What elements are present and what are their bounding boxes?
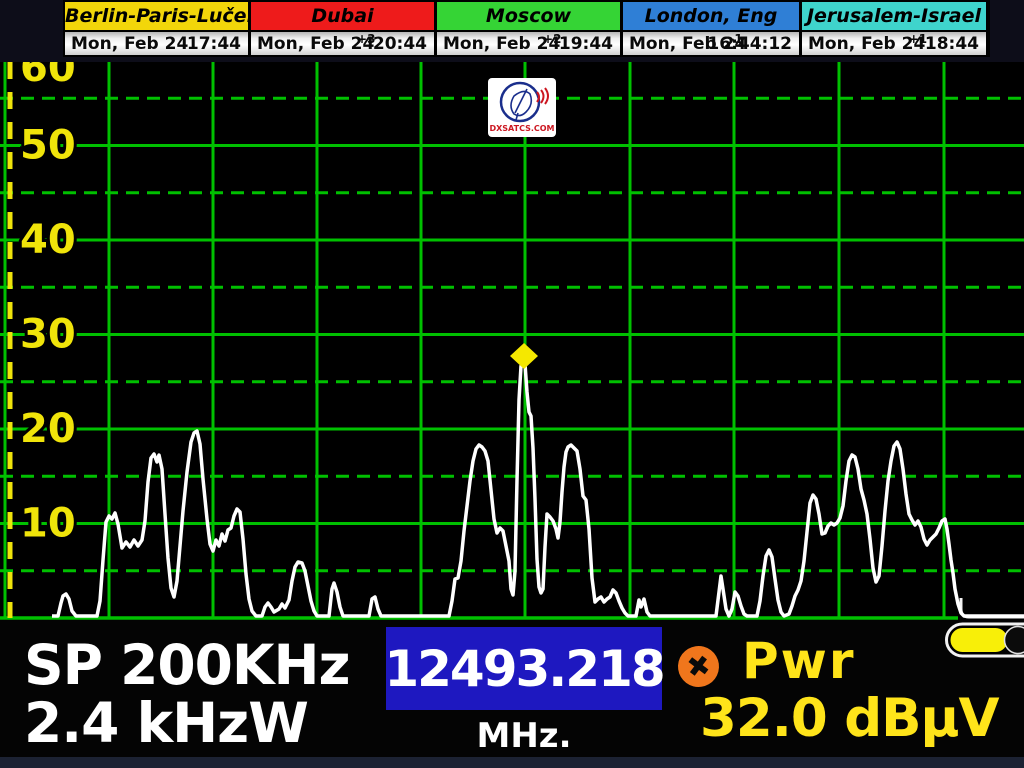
peak-marker[interactable] xyxy=(510,343,538,369)
power-value: 32.0 dBµV xyxy=(700,692,999,745)
city-time-row: Mon, Feb 24 +3 20:44 xyxy=(251,32,434,55)
span-setting: SP 200KHz xyxy=(24,638,350,693)
clock-cell-dubai: Dubai Mon, Feb 24 +3 20:44 xyxy=(251,2,434,55)
city-time: 17:44 xyxy=(187,34,241,54)
city-name: Jerusalem-Israel xyxy=(802,2,986,32)
y-axis-label: 60 xyxy=(20,62,76,91)
bandwidth-setting: 2.4 kHzW xyxy=(24,696,308,751)
toggle-switch[interactable] xyxy=(944,620,1024,662)
frequency-value: 12493.218 xyxy=(384,640,663,698)
frequency-unit: MHz. xyxy=(386,716,662,756)
toggle-pill-icon xyxy=(944,620,1024,662)
y-axis-label: 50 xyxy=(20,123,76,169)
city-name: Berlin-Paris-Lučenec xyxy=(65,2,248,32)
satellite-dish-icon: DXSATCS.COM xyxy=(490,80,554,135)
city-name: London, Eng xyxy=(623,2,799,32)
clock-cell-london: London, Eng Mon, Feb 24 -1 16:44:12 xyxy=(623,2,799,55)
spectrum-chart: 60 50 40 30 20 10 xyxy=(0,62,1024,622)
spectrum-plot: 60 50 40 30 20 10 DXSATCS.COM xyxy=(0,62,1024,622)
readout-bar: SP 200KHz 2.4 kHzW 12493.218 MHz. ✖ Pwr … xyxy=(0,620,1024,768)
city-time-row: Mon, Feb 24 -1 16:44:12 xyxy=(623,32,799,55)
corner-frame xyxy=(961,598,1024,617)
frequency-field[interactable]: 12493.218 xyxy=(386,627,662,710)
power-label: Pwr xyxy=(742,636,856,686)
world-clock-bar: Berlin-Paris-Lučenec Mon, Feb 24 17:44 D… xyxy=(0,0,1024,62)
dxsatcs-logo: DXSATCS.COM xyxy=(488,78,556,137)
city-date: Mon, Feb 24 xyxy=(71,34,188,54)
satmeter-screen: Berlin-Paris-Lučenec Mon, Feb 24 17:44 D… xyxy=(0,0,1024,768)
city-time: 19:44 xyxy=(559,34,613,54)
close-icon[interactable]: ✖ xyxy=(675,643,721,689)
world-clock-table: Berlin-Paris-Lučenec Mon, Feb 24 17:44 D… xyxy=(63,0,990,57)
y-axis-label: 40 xyxy=(20,217,76,263)
city-time-row: Mon, Feb 24 +2 19:44 xyxy=(437,32,620,55)
city-time: 20:44 xyxy=(373,34,427,54)
city-time: 16:44:12 xyxy=(707,34,792,54)
clock-cell-berlin: Berlin-Paris-Lučenec Mon, Feb 24 17:44 xyxy=(65,2,248,55)
bottom-edge-strip xyxy=(0,757,1024,768)
city-date: Mon, Feb 24 xyxy=(808,34,925,54)
clock-cell-jerusalem: Jerusalem-Israel Mon, Feb 24 +1 18:44 xyxy=(802,2,986,55)
city-name: Dubai xyxy=(251,2,434,32)
y-axis-label: 10 xyxy=(20,501,76,547)
clock-cell-moscow: Moscow Mon, Feb 24 +2 19:44 xyxy=(437,2,620,55)
y-axis-label: 30 xyxy=(20,312,76,358)
spectrum-trace xyxy=(52,361,1024,616)
city-name: Moscow xyxy=(437,2,620,32)
city-time-row: Mon, Feb 24 +1 18:44 xyxy=(802,32,986,55)
y-axis-label: 20 xyxy=(20,406,76,452)
city-time: 18:44 xyxy=(925,34,979,54)
city-time-row: Mon, Feb 24 17:44 xyxy=(65,32,248,55)
logo-text: DXSATCS.COM xyxy=(490,124,554,133)
